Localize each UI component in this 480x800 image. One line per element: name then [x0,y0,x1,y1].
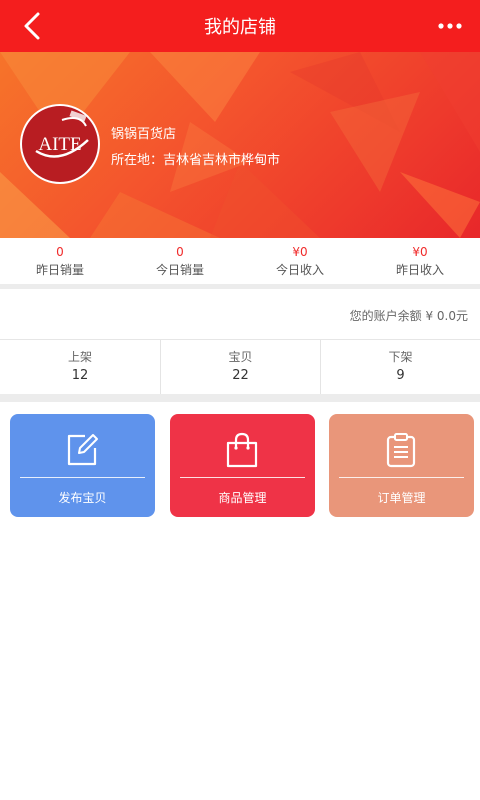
stat-value: 0 [176,245,184,259]
stat-today-income[interactable]: ¥0 今日收入 [240,238,360,284]
stat-label: 昨日销量 [35,263,84,277]
count-label: 下架 [388,350,413,364]
count-off-shelf[interactable]: 下架 9 [320,340,480,394]
page-title: 我的店铺 [204,17,276,38]
shopping-bag-icon [226,432,258,468]
publish-item-button[interactable]: 发布宝贝 [10,414,155,517]
more-dots-icon [438,23,462,29]
shop-name: 锅锅百货店 [111,127,177,142]
product-counts: 上架 12 宝贝 22 下架 9 [0,340,480,394]
stat-value: 0 [56,245,64,259]
sales-stats: 0 昨日销量 0 今日销量 ¥0 今日收入 ¥0 昨日收入 [0,238,480,284]
stat-label: 昨日收入 [395,263,444,277]
order-management-button[interactable]: 订单管理 [329,414,474,517]
account-balance[interactable]: 您的账户余额 ¥ 0.0元 [0,289,480,340]
tile-label: 订单管理 [377,491,426,505]
edit-icon [67,434,98,466]
logo-mark: AITE [35,110,89,158]
tile-divider [339,477,464,478]
stat-yesterday-income[interactable]: ¥0 昨日收入 [360,238,480,284]
count-items[interactable]: 宝贝 22 [160,340,320,394]
tile-label: 商品管理 [218,491,267,505]
logo-badge: AITE [22,106,98,182]
balance-text: 您的账户余额 ¥ 0.0元 [349,309,468,323]
stat-value: ¥0 [412,245,428,259]
stat-label: 今日收入 [275,263,324,277]
shop-location: 所在地：吉林省吉林市桦甸市 [111,153,281,168]
logo-text: AITE [38,134,81,155]
tile-divider [180,477,305,478]
count-value: 22 [232,368,249,383]
count-value: 9 [396,368,405,383]
divider [0,394,480,402]
count-label: 上架 [67,350,92,364]
tile-divider [20,477,145,478]
product-management-button[interactable]: 商品管理 [170,414,315,517]
stat-label: 今日销量 [155,263,204,277]
count-label: 宝贝 [228,350,253,364]
more-button[interactable] [432,12,468,40]
tile-label: 发布宝贝 [58,491,107,505]
shop-banner: AITE 锅锅百货店 所在地：吉林省吉林市桦甸市 [0,52,480,238]
stat-yesterday-sales[interactable]: 0 昨日销量 [0,238,120,284]
count-on-shelf[interactable]: 上架 12 [0,340,160,394]
shop-logo[interactable]: AITE [20,104,100,184]
stat-value: ¥0 [292,245,308,259]
count-value: 12 [71,368,89,383]
clipboard-icon [386,433,416,468]
stat-today-sales[interactable]: 0 今日销量 [120,238,240,284]
top-bar: 我的店铺 [0,0,480,52]
